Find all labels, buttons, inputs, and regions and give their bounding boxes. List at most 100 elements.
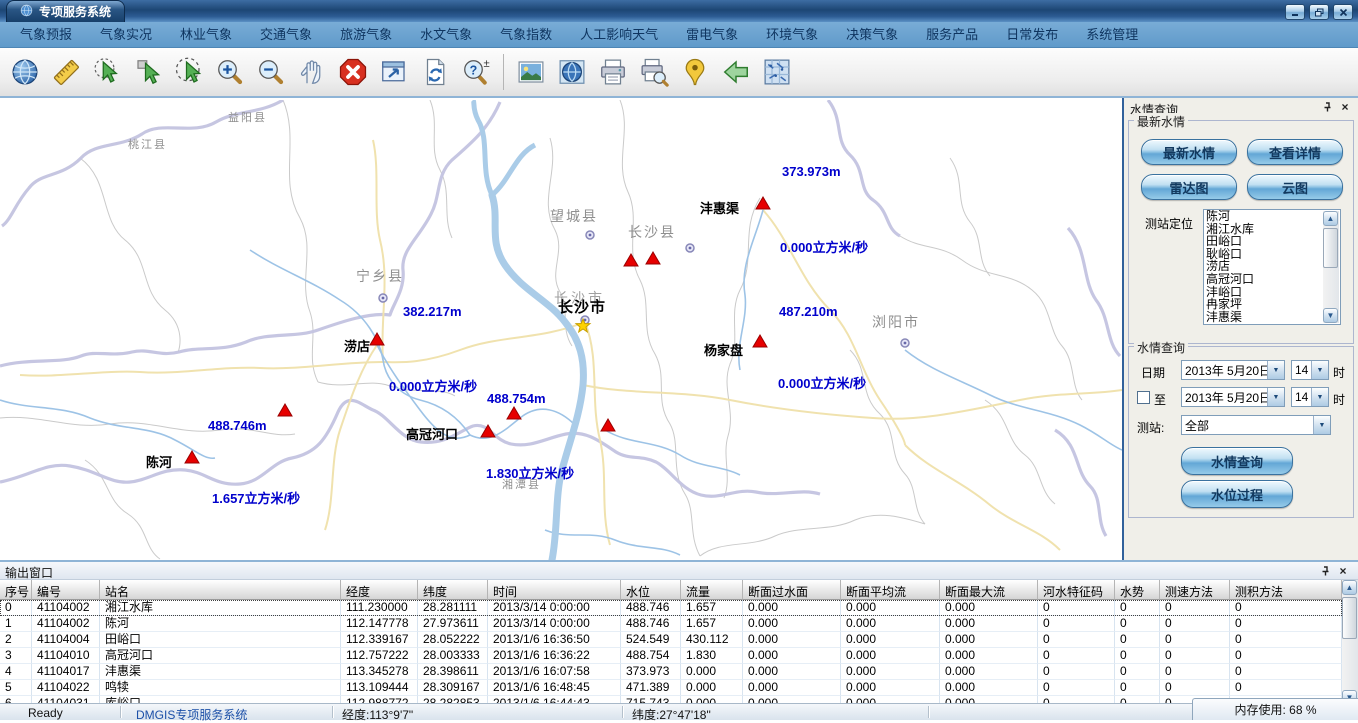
menu-item-环境气象[interactable]: 环境气象 xyxy=(752,22,832,47)
menu-item-水文气象[interactable]: 水文气象 xyxy=(406,22,486,47)
station-list-item[interactable]: 陈河 xyxy=(1204,210,1340,223)
menu-item-决策气象[interactable]: 决策气象 xyxy=(832,22,912,47)
station-list-item[interactable]: 冉家坪 xyxy=(1204,298,1340,311)
menu-item-气象实况[interactable]: 气象实况 xyxy=(86,22,166,47)
column-header-断面最大流[interactable]: 断面最大流 xyxy=(940,580,1038,600)
globe-icon[interactable] xyxy=(8,53,42,91)
menu-item-系统管理[interactable]: 系统管理 xyxy=(1072,22,1152,47)
table-row[interactable]: 241104004田峪口112.33916728.0522222013/1/6 … xyxy=(0,632,1342,648)
station-label: 测站: xyxy=(1137,419,1164,436)
table-row[interactable]: 341104010高冠河口112.75722228.0033332013/1/6… xyxy=(0,648,1342,664)
station-list-scrollbar[interactable]: ▲ ▼ xyxy=(1323,211,1339,323)
hour-from-combo[interactable]: 14▼ xyxy=(1291,360,1329,380)
column-header-流量[interactable]: 流量 xyxy=(681,580,743,600)
table-row[interactable]: 541104022鸣犊113.10944428.3091672013/1/6 1… xyxy=(0,680,1342,696)
full-extent-icon[interactable] xyxy=(377,53,411,91)
close-button[interactable] xyxy=(1333,4,1353,20)
table-row[interactable]: 141104002陈河112.14777827.9736112013/3/14 … xyxy=(0,616,1342,632)
scroll-thumb[interactable] xyxy=(1323,228,1338,268)
column-header-河水特征码[interactable]: 河水特征码 xyxy=(1038,580,1115,600)
zoom-out-icon[interactable] xyxy=(254,53,288,91)
column-header-站名[interactable]: 站名 xyxy=(100,580,341,600)
button-雷达图[interactable]: 雷达图 xyxy=(1141,174,1237,200)
table-cell: 0 xyxy=(1230,680,1342,696)
pan-icon[interactable] xyxy=(295,53,329,91)
column-header-水势[interactable]: 水势 xyxy=(1115,580,1160,600)
column-header-序号[interactable]: 序号 xyxy=(0,580,32,600)
column-header-测速方法[interactable]: 测速方法 xyxy=(1160,580,1230,600)
zoom-in-icon[interactable] xyxy=(213,53,247,91)
hour-to-combo[interactable]: 14▼ xyxy=(1291,387,1329,407)
scroll-up-icon[interactable]: ▲ xyxy=(1323,211,1338,226)
menu-item-气象指数[interactable]: 气象指数 xyxy=(486,22,566,47)
map-region-label: 浏阳市 xyxy=(872,312,920,332)
station-listbox[interactable]: 陈河湘江水库田峪口耿峪口涝店高冠河口沣峪口冉家坪沣惠渠 ▲ ▼ xyxy=(1203,209,1341,325)
overview-map-icon[interactable] xyxy=(760,53,794,91)
chevron-down-icon[interactable]: ▼ xyxy=(1311,388,1328,406)
table-scrollbar[interactable]: ▲ ▼ xyxy=(1342,580,1358,705)
column-header-编号[interactable]: 编号 xyxy=(32,580,100,600)
menu-item-旅游气象[interactable]: 旅游气象 xyxy=(326,22,406,47)
back-icon[interactable] xyxy=(719,53,753,91)
column-header-纬度[interactable]: 纬度 xyxy=(418,580,488,600)
date-to-combo[interactable]: 2013年 5月20日▼ xyxy=(1181,387,1285,407)
button-水位过程[interactable]: 水位过程 xyxy=(1181,480,1293,508)
button-最新水情[interactable]: 最新水情 xyxy=(1141,139,1237,165)
image-export-icon[interactable] xyxy=(514,53,548,91)
output-pin-icon[interactable] xyxy=(1318,564,1332,578)
select-features-icon[interactable] xyxy=(90,53,124,91)
table-cell: 0.000 xyxy=(940,616,1038,632)
restore-button[interactable] xyxy=(1309,4,1329,20)
date-from-combo[interactable]: 2013年 5月20日▼ xyxy=(1181,360,1285,380)
scroll-down-icon[interactable]: ▼ xyxy=(1323,308,1338,323)
select-circle-icon[interactable] xyxy=(172,53,206,91)
column-header-断面平均流[interactable]: 断面平均流 xyxy=(841,580,940,600)
table-cell: 0 xyxy=(1160,600,1230,616)
panel-close-icon[interactable]: × xyxy=(1338,100,1352,114)
table-cell: 0 xyxy=(1160,616,1230,632)
chevron-down-icon[interactable]: ▼ xyxy=(1313,416,1330,434)
column-header-时间[interactable]: 时间 xyxy=(488,580,621,600)
station-list-item[interactable]: 高冠河口 xyxy=(1204,273,1340,286)
station-list-item[interactable]: 沣惠渠 xyxy=(1204,311,1340,324)
station-list-item[interactable]: 田峪口 xyxy=(1204,235,1340,248)
scroll-up-icon[interactable]: ▲ xyxy=(1342,580,1357,595)
menu-item-雷电气象[interactable]: 雷电气象 xyxy=(672,22,752,47)
menu-item-日常发布[interactable]: 日常发布 xyxy=(992,22,1072,47)
menu-item-人工影响天气[interactable]: 人工影响天气 xyxy=(566,22,672,47)
menu-item-服务产品[interactable]: 服务产品 xyxy=(912,22,992,47)
print-icon[interactable] xyxy=(596,53,630,91)
table-row[interactable]: 041104002湘江水库111.23000028.2811112013/3/1… xyxy=(0,600,1342,616)
column-header-水位[interactable]: 水位 xyxy=(621,580,681,600)
measure-icon[interactable] xyxy=(49,53,83,91)
panel-pin-icon[interactable] xyxy=(1320,100,1334,114)
column-header-测积方法[interactable]: 测积方法 xyxy=(1230,580,1342,600)
locate-pin-icon[interactable] xyxy=(678,53,712,91)
station-combo[interactable]: 全部▼ xyxy=(1181,415,1331,435)
select-element-icon[interactable] xyxy=(131,53,165,91)
chevron-down-icon[interactable]: ▼ xyxy=(1267,361,1284,379)
scroll-thumb[interactable] xyxy=(1342,597,1357,639)
print-preview-icon[interactable] xyxy=(637,53,671,91)
menu-item-交通气象[interactable]: 交通气象 xyxy=(246,22,326,47)
map-canvas[interactable]: 益阳县桃江县宁乡县望城县长沙县长沙市长沙市浏阳市湘潭县沣惠渠涝店杨家盘高冠河口陈… xyxy=(0,100,1122,560)
chevron-down-icon[interactable]: ▼ xyxy=(1311,361,1328,379)
output-close-icon[interactable]: × xyxy=(1336,564,1350,578)
column-header-断面过水面[interactable]: 断面过水面 xyxy=(743,580,841,600)
map-measurement-label: 1.657立方米/秒 xyxy=(212,488,300,507)
menu-item-林业气象[interactable]: 林业气象 xyxy=(166,22,246,47)
map-view-icon[interactable] xyxy=(555,53,589,91)
to-date-checkbox[interactable] xyxy=(1137,391,1150,404)
button-云图[interactable]: 云图 xyxy=(1247,174,1343,200)
button-查看详情[interactable]: 查看详情 xyxy=(1247,139,1343,165)
chevron-down-icon[interactable]: ▼ xyxy=(1267,388,1284,406)
identify-icon[interactable]: ?± xyxy=(459,53,493,91)
minimize-button[interactable] xyxy=(1285,4,1305,20)
menu-item-气象预报[interactable]: 气象预报 xyxy=(6,22,86,47)
table-row[interactable]: 441104017沣惠渠113.34527828.3986112013/1/6 … xyxy=(0,664,1342,680)
refresh-icon[interactable] xyxy=(418,53,452,91)
button-水情查询[interactable]: 水情查询 xyxy=(1181,447,1293,475)
column-header-经度[interactable]: 经度 xyxy=(341,580,418,600)
stop-icon[interactable] xyxy=(336,53,370,91)
map-region-label: 望城县 xyxy=(550,206,598,226)
